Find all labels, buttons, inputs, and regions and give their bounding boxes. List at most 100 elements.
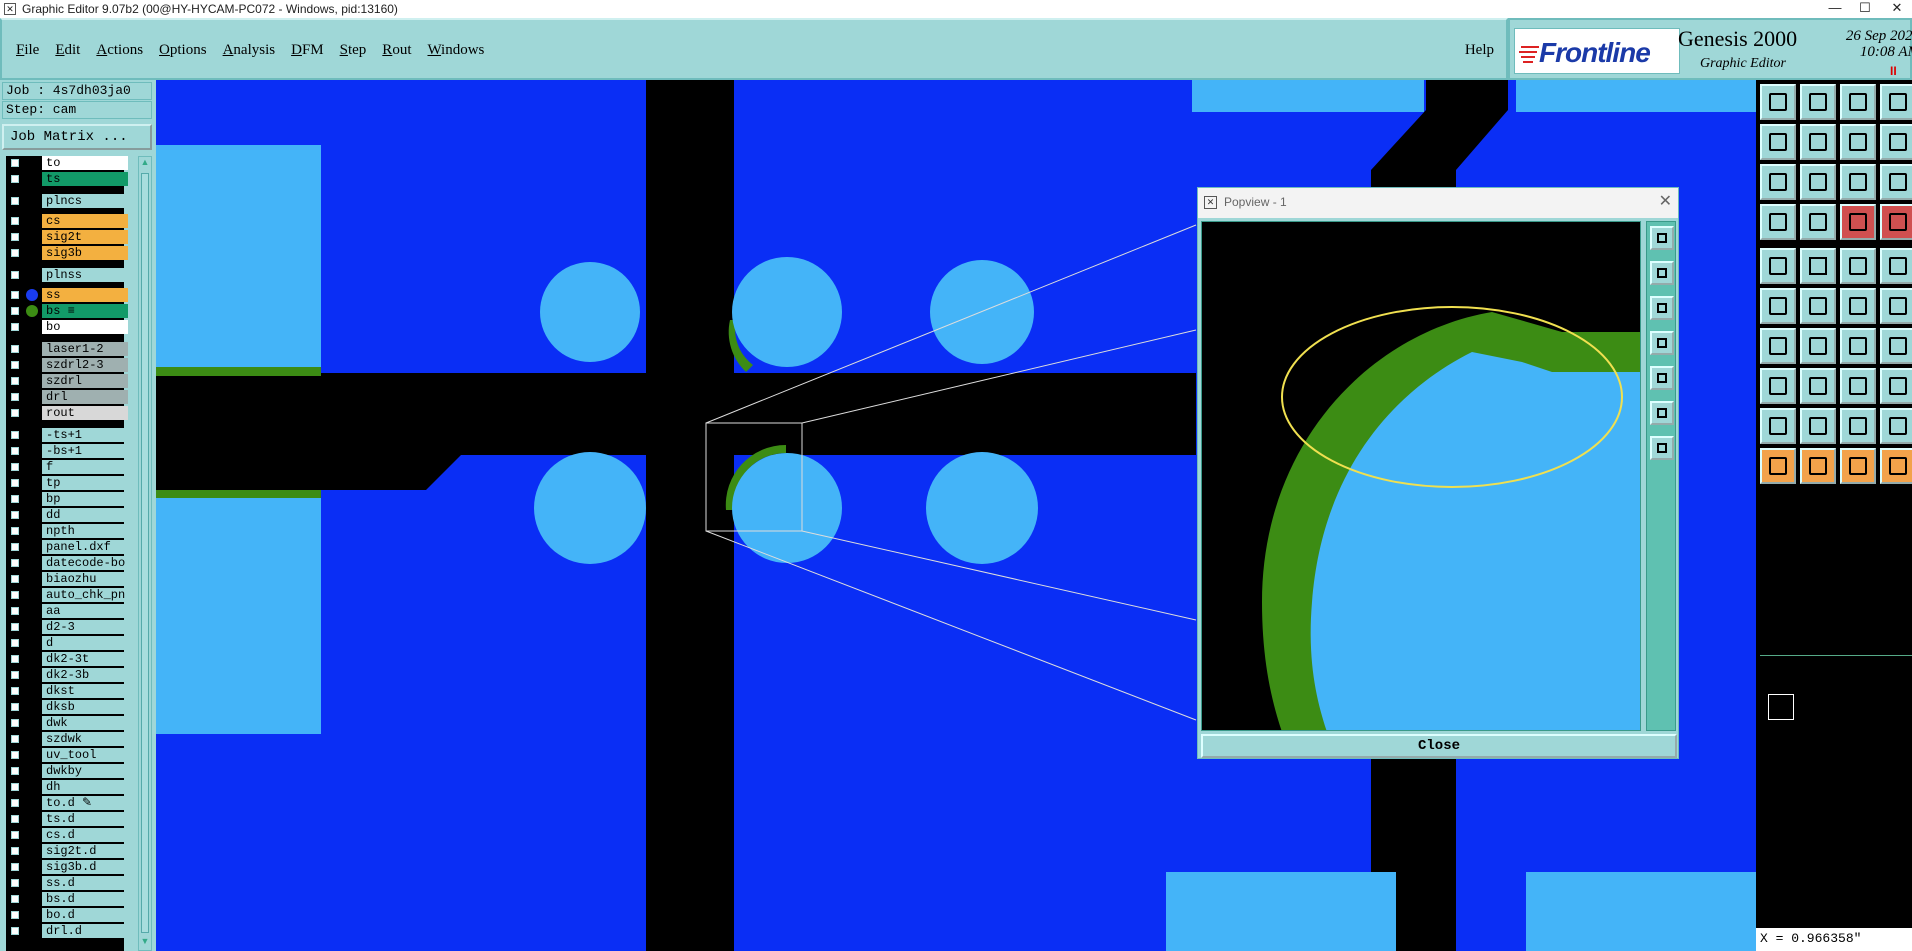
layer-name[interactable]: bs.d — [42, 892, 128, 906]
layer-name[interactable]: plnss — [42, 268, 128, 282]
layer-checkbox[interactable] — [10, 718, 20, 728]
add-pad-icon[interactable] — [1760, 248, 1796, 284]
job-matrix-button[interactable]: Job Matrix ... — [2, 124, 152, 150]
menu-analysis[interactable]: Analysis — [215, 42, 284, 59]
layer-name[interactable]: dkst — [42, 684, 128, 698]
layer-checkbox[interactable] — [10, 638, 20, 648]
menu-step[interactable]: Step — [332, 42, 375, 59]
layer-row[interactable]: bs.d — [6, 892, 128, 906]
layer-row[interactable]: sig3b.d — [6, 860, 128, 874]
menu-file[interactable]: File — [8, 42, 47, 59]
route-icon[interactable] — [1760, 288, 1796, 324]
menu-dfm[interactable]: DFM — [283, 42, 332, 59]
layer-row[interactable]: ts — [6, 172, 128, 186]
minimize-button[interactable]: — — [1820, 0, 1850, 18]
layer-row[interactable]: ts.d — [6, 812, 128, 826]
layer-row[interactable]: ss.d — [6, 876, 128, 890]
layer-row[interactable]: ss — [6, 288, 128, 302]
layer-name[interactable]: sig2t.d — [42, 844, 128, 858]
layer-checkbox[interactable] — [10, 478, 20, 488]
move-icon[interactable] — [1840, 288, 1876, 324]
layer-checkbox[interactable] — [10, 846, 20, 856]
layer-row[interactable]: dwk — [6, 716, 128, 730]
slope-icon[interactable] — [1800, 328, 1836, 364]
popview-pan-right-icon[interactable] — [1650, 366, 1674, 390]
popview-center-icon[interactable] — [1650, 436, 1674, 460]
layer-name[interactable]: ss — [42, 288, 128, 302]
layer-row[interactable]: d2-3 — [6, 620, 128, 634]
triangle-a-icon[interactable] — [1840, 408, 1876, 444]
layer-up-icon[interactable] — [1760, 84, 1796, 120]
layer-name[interactable]: ts — [42, 172, 128, 186]
popview-titlebar[interactable]: ✕ Popview - 1 ✕ — [1198, 188, 1678, 218]
zoom-fit-icon[interactable] — [1760, 164, 1796, 200]
layer-name[interactable]: dk2-3b — [42, 668, 128, 682]
layer-row[interactable]: sig3b — [6, 246, 128, 260]
scroll-thumb[interactable] — [141, 173, 149, 933]
triangle-outline-icon[interactable] — [1800, 408, 1836, 444]
add-round-icon[interactable] — [1880, 248, 1912, 284]
close-window-button[interactable]: ✕ — [1882, 0, 1912, 18]
layer-row[interactable]: d — [6, 636, 128, 650]
layer-row[interactable]: -ts+1 — [6, 428, 128, 442]
layer-name[interactable]: panel.dxf — [42, 540, 128, 554]
layer-name[interactable]: dk2-3t — [42, 652, 128, 666]
layer-row[interactable]: uv_tool — [6, 748, 128, 762]
zoom-next-icon[interactable] — [1800, 124, 1836, 160]
layer-row[interactable]: szdrl2-3 — [6, 358, 128, 372]
layer-row[interactable]: dk2-3t — [6, 652, 128, 666]
layer-row[interactable]: f — [6, 460, 128, 474]
pause-indicator[interactable]: II — [1890, 64, 1897, 78]
layer-down-icon[interactable] — [1800, 84, 1836, 120]
layer-checkbox[interactable] — [10, 158, 20, 168]
layer-name[interactable]: drl.d — [42, 924, 128, 938]
angle-icon[interactable] — [1760, 328, 1796, 364]
layer-checkbox[interactable] — [10, 526, 20, 536]
net-highlight-icon[interactable] — [1880, 204, 1912, 240]
popview-close-icon[interactable]: ✕ — [1659, 188, 1672, 216]
resize-icon[interactable] — [1840, 368, 1876, 404]
scroll-down-icon[interactable]: ▼ — [139, 936, 151, 950]
measure-icon[interactable] — [1760, 204, 1796, 240]
layer-row[interactable]: to.d ✎ — [6, 796, 128, 810]
layer-name[interactable]: d2-3 — [42, 620, 128, 634]
layer-checkbox[interactable] — [10, 196, 20, 206]
layer-checkbox[interactable] — [10, 622, 20, 632]
zoom-prev-icon[interactable] — [1760, 124, 1796, 160]
layer-checkbox[interactable] — [10, 606, 20, 616]
menu-edit[interactable]: Edit — [47, 42, 88, 59]
layer-row[interactable]: bo.d — [6, 908, 128, 922]
copy-icon[interactable] — [1880, 288, 1912, 324]
layer-checkbox[interactable] — [10, 702, 20, 712]
layer-name[interactable]: szdrl — [42, 374, 128, 388]
popview-zoom-in-icon[interactable] — [1650, 261, 1674, 285]
layer-checkbox[interactable] — [10, 686, 20, 696]
select-multi-icon[interactable] — [1880, 448, 1912, 484]
arc-icon[interactable] — [1840, 328, 1876, 364]
grid-icon[interactable] — [1800, 204, 1836, 240]
layer-checkbox[interactable] — [10, 878, 20, 888]
select-arrow-alt-icon[interactable] — [1800, 448, 1836, 484]
layer-checkbox[interactable] — [10, 462, 20, 472]
popview-zoom-out-icon[interactable] — [1650, 296, 1674, 320]
layer-row[interactable]: cs.d — [6, 828, 128, 842]
layer-name[interactable]: szdrl2-3 — [42, 358, 128, 372]
layer-row[interactable]: panel.dxf — [6, 540, 128, 554]
layer-name[interactable]: dksb — [42, 700, 128, 714]
layer-checkbox[interactable] — [10, 392, 20, 402]
delete-icon[interactable] — [1800, 288, 1836, 324]
popview-fit-all-icon[interactable] — [1650, 401, 1674, 425]
array-icon[interactable] — [1880, 368, 1912, 404]
text-icon[interactable] — [1880, 328, 1912, 364]
layer-row[interactable]: datecode-bo — [6, 556, 128, 570]
layer-name[interactable]: laser1-2 — [42, 342, 128, 356]
layer-row[interactable]: drl.d — [6, 924, 128, 938]
layer-row[interactable]: biaozhu — [6, 572, 128, 586]
select-arrow-icon[interactable] — [1760, 448, 1796, 484]
layer-checkbox[interactable] — [10, 558, 20, 568]
layer-checkbox[interactable] — [10, 750, 20, 760]
layer-row[interactable]: tp — [6, 476, 128, 490]
layer-checkbox[interactable] — [10, 408, 20, 418]
layer-checkbox[interactable] — [10, 376, 20, 386]
layer-name[interactable]: sig3b.d — [42, 860, 128, 874]
